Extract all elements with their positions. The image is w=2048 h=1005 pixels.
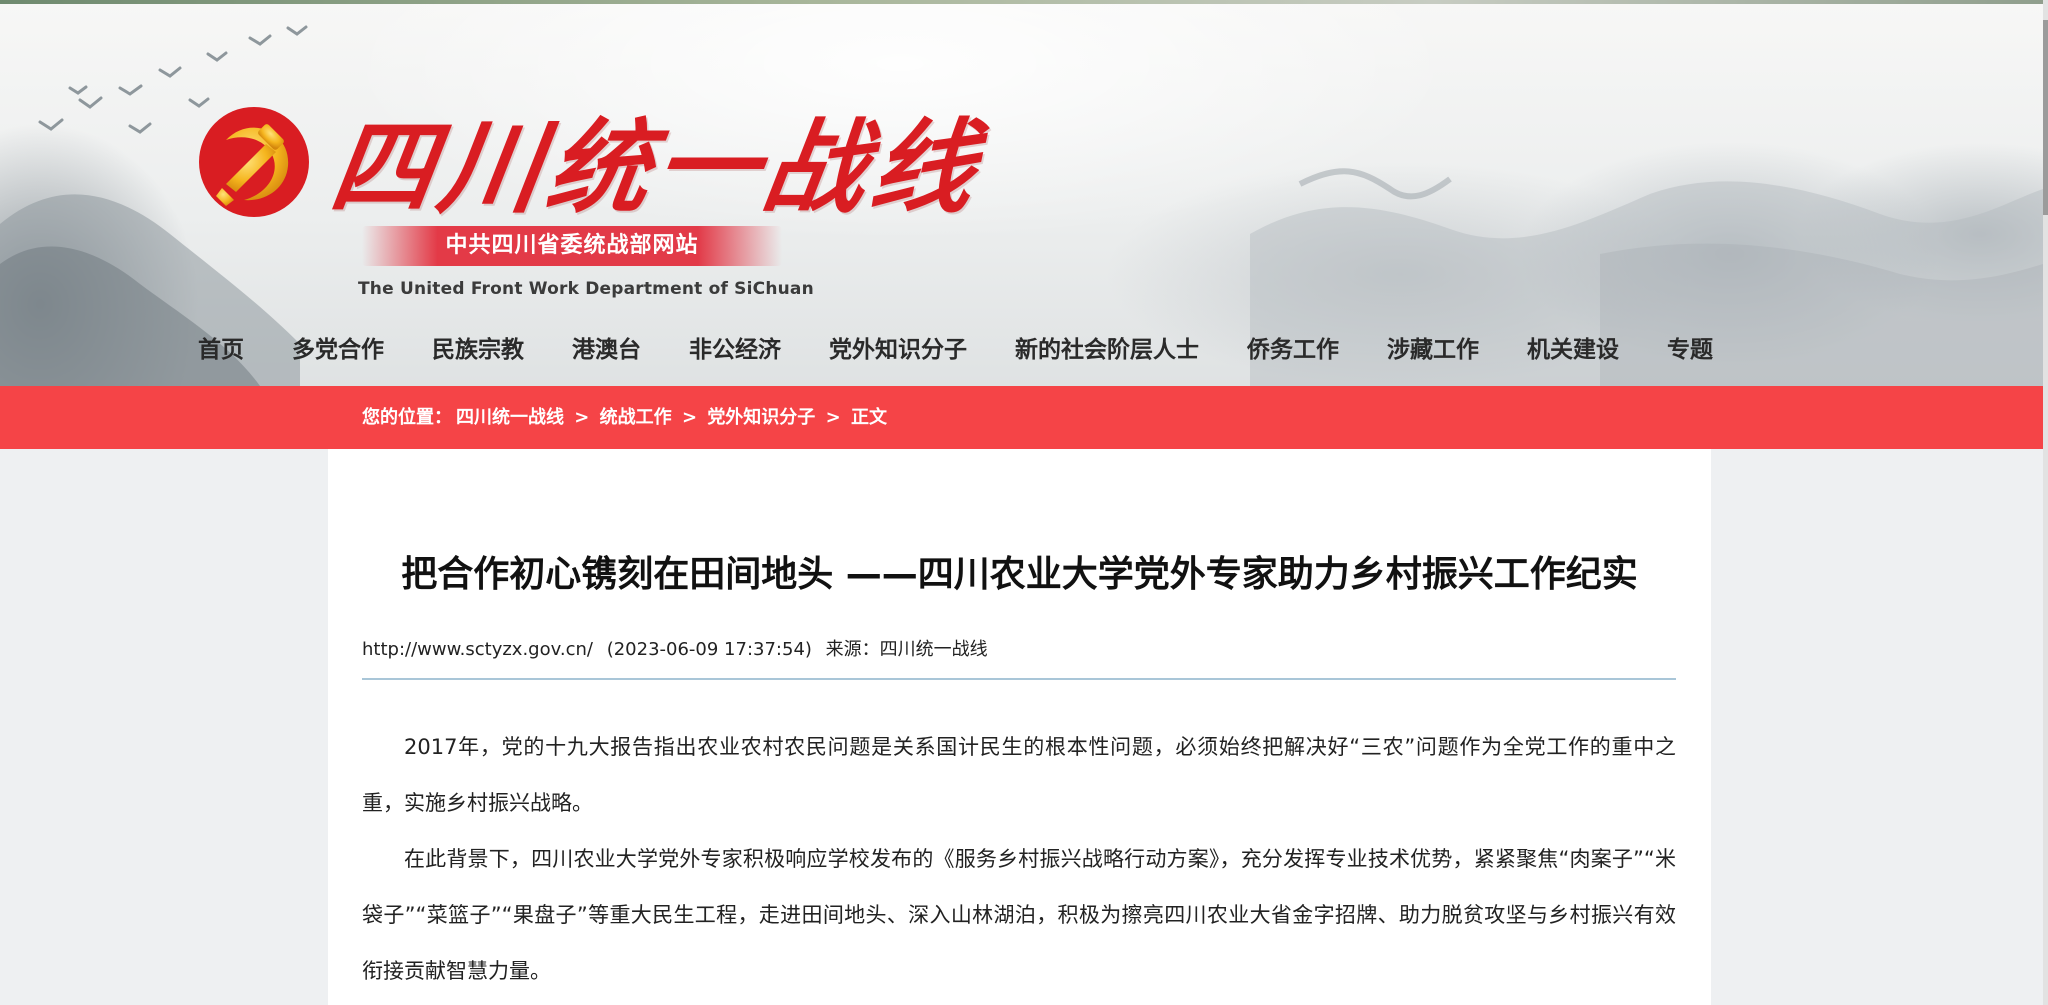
nav-item-tibet-work[interactable]: 涉藏工作 (1387, 330, 1479, 370)
nav-item-home[interactable]: 首页 (198, 330, 244, 370)
breadcrumb-separator: > (681, 407, 698, 428)
site-header: 四川统一战线 中共四川省委统战部网站 The United Front Work… (0, 4, 2043, 386)
article-container: 把合作初心镌刻在田间地头 ——四川农业大学党外专家助力乡村振兴工作纪实 http… (328, 449, 1711, 1005)
nav-item-multiparty[interactable]: 多党合作 (292, 330, 384, 370)
nav-item-special-topics[interactable]: 专题 (1667, 330, 1713, 370)
article-body: 2017年，党的十九大报告指出农业农村农民问题是关系国计民生的根本性问题，必须始… (362, 719, 1676, 999)
article-paragraph: 在此背景下，四川农业大学党外专家积极响应学校发布的《服务乡村振兴战略行动方案》，… (362, 847, 1676, 983)
breadcrumb-item-united-front-work[interactable]: 统战工作 (600, 407, 672, 428)
meta-divider (362, 678, 1676, 680)
breadcrumb-bar: 您的位置： 四川统一战线 > 统战工作 > 党外知识分子 > 正文 (0, 386, 2043, 449)
nav-item-organ-building[interactable]: 机关建设 (1527, 330, 1619, 370)
breadcrumb-separator: > (574, 407, 590, 428)
party-emblem-icon (196, 104, 312, 220)
article-datetime: (2023-06-09 17:37:54) (606, 639, 812, 660)
breadcrumb-prefix: 您的位置： (362, 407, 452, 428)
main-navigation: 首页 多党合作 民族宗教 港澳台 非公经济 党外知识分子 新的社会阶层人士 侨务… (198, 330, 1713, 370)
site-subtitle: 中共四川省委统战部网站 (362, 226, 782, 266)
breadcrumb-item-intellectuals[interactable]: 党外知识分子 (707, 407, 815, 428)
site-english-name: The United Front Work Department of SiCh… (358, 279, 814, 299)
article-source: 四川统一战线 (879, 639, 988, 660)
breadcrumb-item-current: 正文 (850, 407, 887, 428)
breadcrumb: 您的位置： 四川统一战线 > 统战工作 > 党外知识分子 > 正文 (362, 386, 891, 449)
article-title: 把合作初心镌刻在田间地头 ——四川农业大学党外专家助力乡村振兴工作纪实 (401, 554, 1638, 596)
nav-item-ethnic-religion[interactable]: 民族宗教 (432, 330, 524, 370)
article-url[interactable]: http://www.sctyzx.gov.cn/ (362, 639, 593, 660)
nav-item-intellectuals[interactable]: 党外知识分子 (829, 330, 967, 370)
nav-item-nonpublic-economy[interactable]: 非公经济 (689, 330, 781, 370)
breadcrumb-item-home[interactable]: 四川统一战线 (456, 407, 564, 428)
site-logo-title: 四川统一战线 (323, 108, 989, 228)
breadcrumb-separator: > (825, 407, 841, 428)
scrollbar-thumb[interactable] (2043, 20, 2048, 215)
article-paragraph: 2017年，党的十九大报告指出农业农村农民问题是关系国计民生的根本性问题，必须始… (362, 735, 1676, 815)
article-source-label: 来源： (825, 639, 880, 660)
article-meta: http://www.sctyzx.gov.cn/ (2023-06-09 17… (362, 635, 996, 661)
nav-item-new-social-strata[interactable]: 新的社会阶层人士 (1015, 330, 1199, 370)
nav-item-overseas-chinese[interactable]: 侨务工作 (1247, 330, 1339, 370)
nav-item-hk-macau-taiwan[interactable]: 港澳台 (572, 330, 641, 370)
